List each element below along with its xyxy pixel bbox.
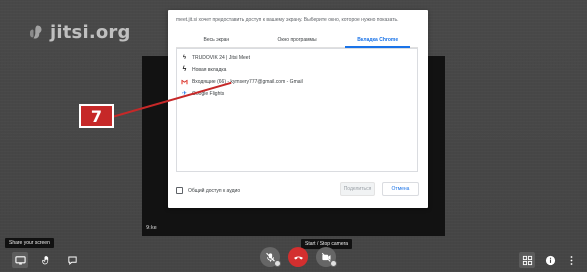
list-item[interactable]: ϟ Новая вкладка: [181, 64, 227, 75]
gmail-icon: [181, 78, 188, 85]
center-toolbar: [260, 247, 337, 267]
new-tab-icon: ϟ: [182, 66, 187, 73]
audio-checkbox-label: Общий доступ к аудио: [188, 187, 241, 194]
tab-window[interactable]: Окно программы: [257, 32, 338, 47]
chat-icon: [67, 255, 78, 266]
hangup-icon: [293, 252, 304, 263]
microphone-icon: [265, 252, 276, 263]
grid-icon: [522, 255, 533, 266]
participant-label: 9:ke: [146, 225, 157, 231]
info-icon: [545, 255, 556, 266]
hangup-button[interactable]: [288, 247, 308, 267]
chat-button[interactable]: [64, 252, 80, 268]
hand-icon: [41, 255, 52, 266]
more-vertical-icon: [566, 255, 577, 266]
left-toolbar: [12, 252, 80, 268]
cancel-button[interactable]: Отмена: [382, 182, 419, 196]
right-toolbar: [519, 252, 577, 268]
list-item-label: Новая вкладка: [192, 66, 227, 73]
jitsi-logo-icon: [28, 24, 44, 42]
info-button[interactable]: [544, 254, 556, 266]
share-screen-tooltip: Share your screen: [5, 238, 54, 248]
tab-entire-screen[interactable]: Весь экран: [176, 32, 257, 47]
list-item-label: TRUDOVIK 24 | Jitsi Meet: [192, 54, 250, 61]
camera-button[interactable]: [316, 247, 337, 267]
dialog-title: meet.jit.si хочет предоставить доступ к …: [176, 17, 399, 23]
monitor-icon: [14, 255, 26, 266]
raise-hand-button[interactable]: [38, 252, 54, 268]
tab-entire-screen-label: Весь экран: [203, 36, 230, 43]
list-item[interactable]: ϟ TRUDOVIK 24 | Jitsi Meet: [181, 52, 250, 63]
share-audio-option[interactable]: Общий доступ к аудио: [176, 187, 240, 194]
list-item-label: Входящие (66) - kymsery777@gmail.com - G…: [192, 78, 303, 85]
meeting-stage: jitsi.org 9:ke meet.jit.si хочет предост…: [0, 0, 587, 272]
tab-chrome-tab[interactable]: Вкладка Chrome: [337, 32, 418, 48]
list-item[interactable]: Входящие (66) - kymsery777@gmail.com - G…: [181, 76, 303, 87]
tile-view-button[interactable]: [519, 252, 535, 268]
tab-chrome-tab-label: Вкладка Chrome: [357, 36, 399, 43]
jitsi-logo: jitsi.org: [28, 22, 131, 43]
logo-text: jitsi.org: [50, 22, 131, 43]
jitsi-icon: ϟ: [182, 54, 187, 61]
share-screen-dialog: meet.jit.si хочет предоставить доступ к …: [168, 10, 428, 208]
annotation-number-badge: 7: [79, 104, 114, 128]
audio-checkbox[interactable]: [176, 187, 183, 194]
share-button[interactable]: Поделиться: [340, 182, 375, 196]
dialog-tabs: Весь экран Окно программы Вкладка Chrome: [176, 32, 418, 48]
camera-icon: [321, 252, 332, 263]
chrome-tab-list: ϟ TRUDOVIK 24 | Jitsi Meet ϟ Новая вклад…: [176, 48, 418, 172]
more-options-button[interactable]: [565, 254, 577, 266]
microphone-button[interactable]: [260, 247, 281, 267]
tab-window-label: Окно программы: [277, 36, 317, 43]
share-screen-button[interactable]: [12, 252, 28, 268]
